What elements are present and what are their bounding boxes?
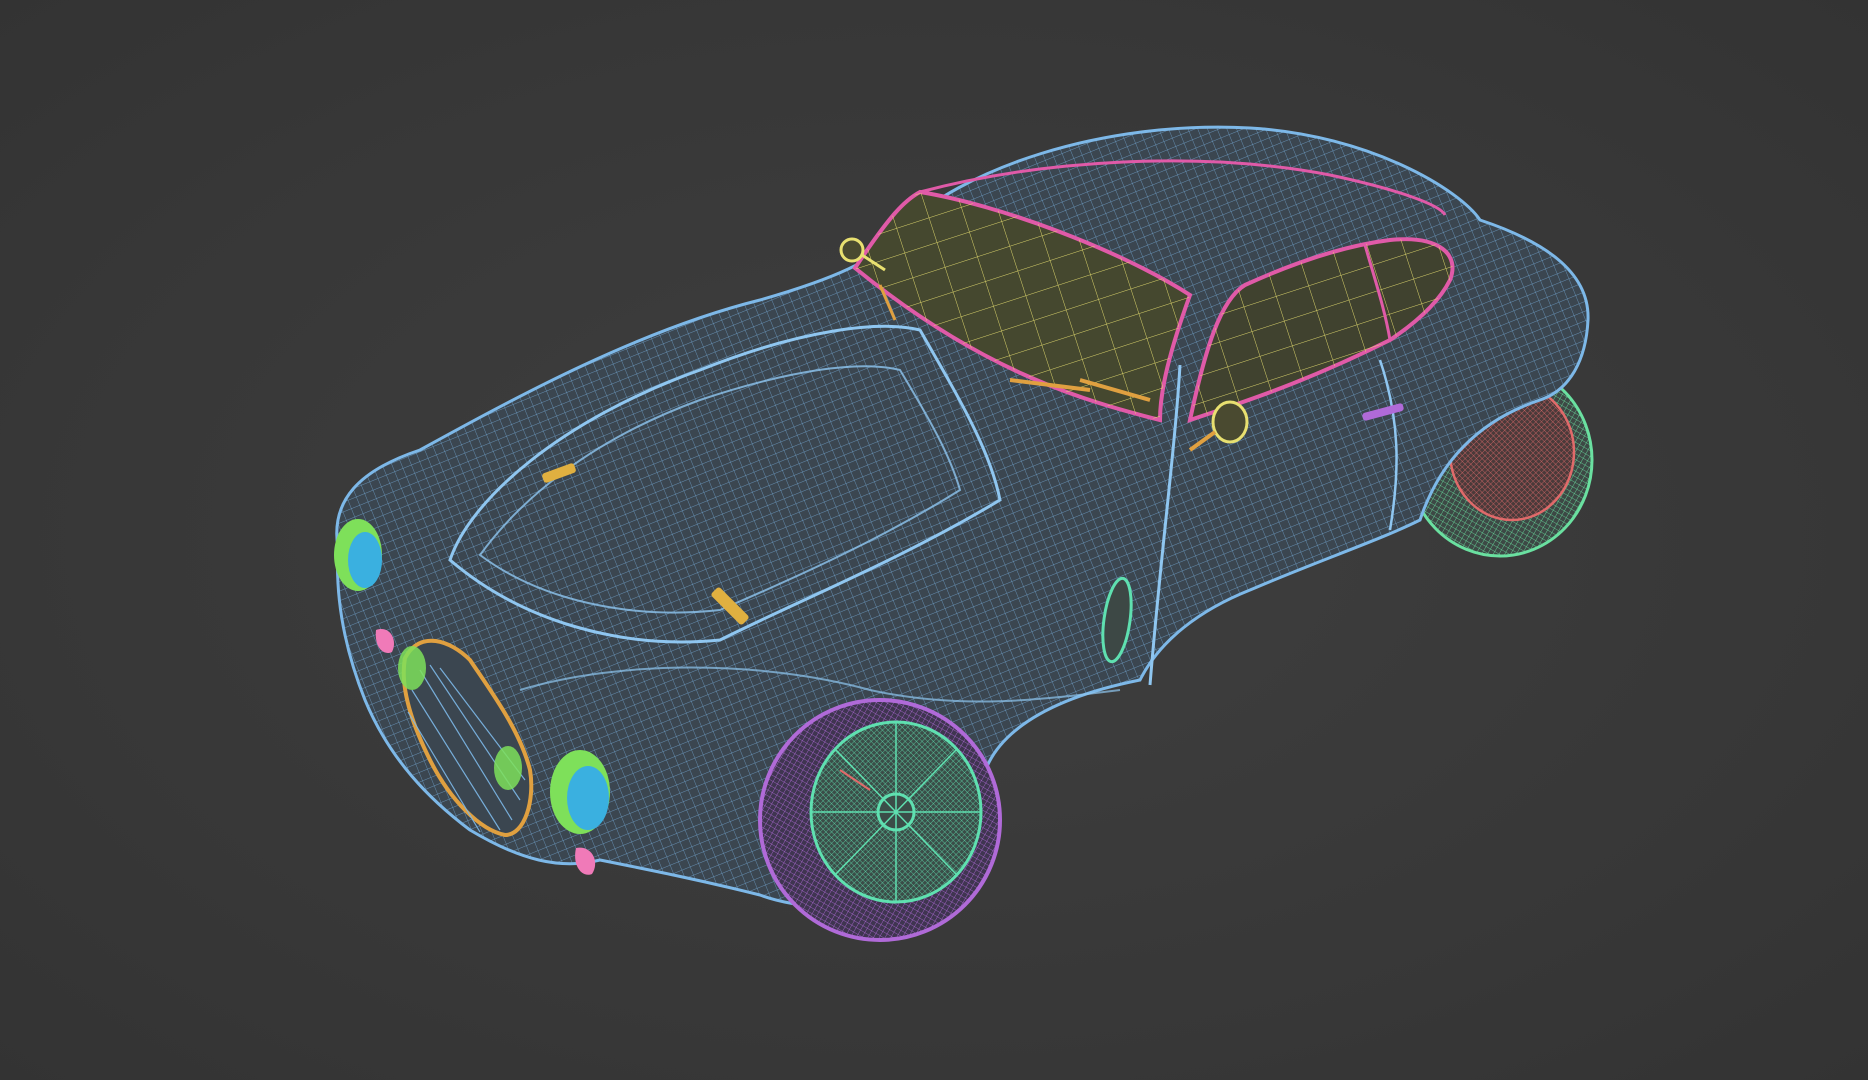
right-headlight[interactable] (550, 750, 610, 834)
left-headlight[interactable] (334, 519, 382, 591)
wireframe-scene (334, 125, 1594, 942)
3d-viewport[interactable] (0, 0, 1868, 1080)
front-left-wheel[interactable] (758, 698, 1002, 942)
